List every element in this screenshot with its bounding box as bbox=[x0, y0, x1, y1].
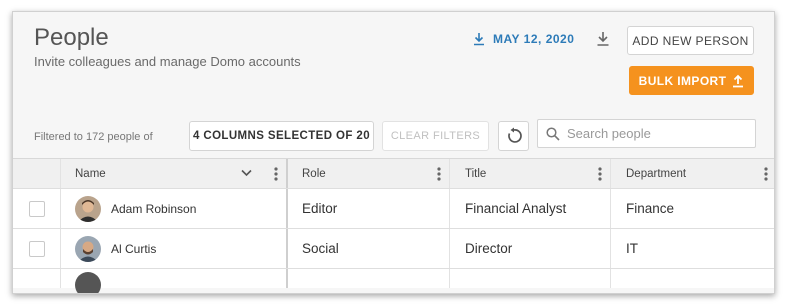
people-table: Name Role Title Department Adam Robinson… bbox=[13, 158, 774, 293]
search-input[interactable] bbox=[567, 126, 747, 141]
role-cell bbox=[288, 269, 450, 288]
row-select-cell bbox=[13, 269, 61, 288]
row-select-cell bbox=[13, 189, 61, 228]
department-cell: Finance bbox=[626, 201, 675, 216]
kebab-icon[interactable] bbox=[764, 167, 768, 181]
name-cell: Adam Robinson bbox=[61, 189, 288, 228]
person-name: Adam Robinson bbox=[111, 201, 197, 216]
reset-button[interactable] bbox=[498, 121, 529, 151]
search-icon bbox=[546, 126, 560, 141]
row-checkbox[interactable] bbox=[28, 200, 45, 217]
role-cell: Editor bbox=[288, 189, 450, 228]
table-header: Name Role Title Department bbox=[13, 158, 774, 188]
reset-icon bbox=[507, 127, 522, 143]
title-cell: Director bbox=[450, 229, 611, 268]
header-select-cell bbox=[13, 159, 61, 188]
bulk-import-button[interactable]: BULK IMPORT bbox=[629, 66, 754, 95]
row-checkbox[interactable] bbox=[28, 240, 45, 257]
page-subtitle: Invite colleagues and manage Domo accoun… bbox=[34, 54, 301, 69]
download-icon bbox=[474, 33, 484, 46]
avatar bbox=[75, 195, 101, 222]
page-title: People bbox=[34, 24, 109, 51]
avatar bbox=[75, 271, 101, 293]
chevron-down-icon[interactable] bbox=[241, 169, 252, 177]
header-department-label: Department bbox=[626, 167, 687, 180]
add-new-person-label: ADD NEW PERSON bbox=[632, 33, 749, 48]
filter-summary: Filtered to 172 people of bbox=[34, 131, 153, 143]
header-role[interactable]: Role bbox=[288, 159, 450, 188]
kebab-icon[interactable] bbox=[274, 167, 278, 181]
date-link-label: MAY 12, 2020 bbox=[493, 32, 575, 46]
table-row[interactable]: Al Curtis Social Director IT bbox=[13, 228, 774, 268]
header-role-label: Role bbox=[302, 167, 326, 180]
department-cell bbox=[611, 269, 774, 288]
role-cell: Social bbox=[288, 229, 450, 268]
kebab-icon[interactable] bbox=[437, 167, 441, 181]
avatar bbox=[75, 235, 101, 262]
header-name[interactable]: Name bbox=[61, 159, 288, 188]
add-new-person-button[interactable]: ADD NEW PERSON bbox=[627, 26, 754, 55]
header-name-label: Name bbox=[75, 167, 106, 180]
kebab-icon[interactable] bbox=[598, 167, 602, 181]
download-date-link[interactable]: MAY 12, 2020 bbox=[473, 32, 574, 46]
bulk-import-label: BULK IMPORT bbox=[638, 73, 727, 88]
name-cell bbox=[61, 269, 288, 293]
download-icon[interactable] bbox=[596, 31, 610, 47]
table-row[interactable]: Adam Robinson Editor Financial Analyst F… bbox=[13, 188, 774, 228]
people-panel: People Invite colleagues and manage Domo… bbox=[12, 11, 775, 294]
search-field[interactable] bbox=[537, 119, 756, 148]
clear-filters-button[interactable]: CLEAR FILTERS bbox=[382, 121, 489, 151]
title-cell bbox=[450, 269, 611, 288]
upload-icon bbox=[733, 74, 744, 87]
header-department[interactable]: Department bbox=[611, 159, 774, 188]
header-title-label: Title bbox=[465, 167, 487, 180]
clear-filters-label: CLEAR FILTERS bbox=[390, 130, 481, 142]
header-title[interactable]: Title bbox=[450, 159, 611, 188]
columns-selected-label: 4 COLUMNS SELECTED OF 20 bbox=[192, 130, 370, 142]
row-select-cell bbox=[13, 229, 61, 268]
columns-selected-button[interactable]: 4 COLUMNS SELECTED OF 20 bbox=[189, 121, 374, 151]
department-cell: IT bbox=[626, 241, 638, 256]
table-row[interactable] bbox=[13, 268, 774, 293]
title-cell: Financial Analyst bbox=[450, 189, 611, 228]
person-name: Al Curtis bbox=[111, 241, 157, 256]
name-cell: Al Curtis bbox=[61, 229, 288, 268]
